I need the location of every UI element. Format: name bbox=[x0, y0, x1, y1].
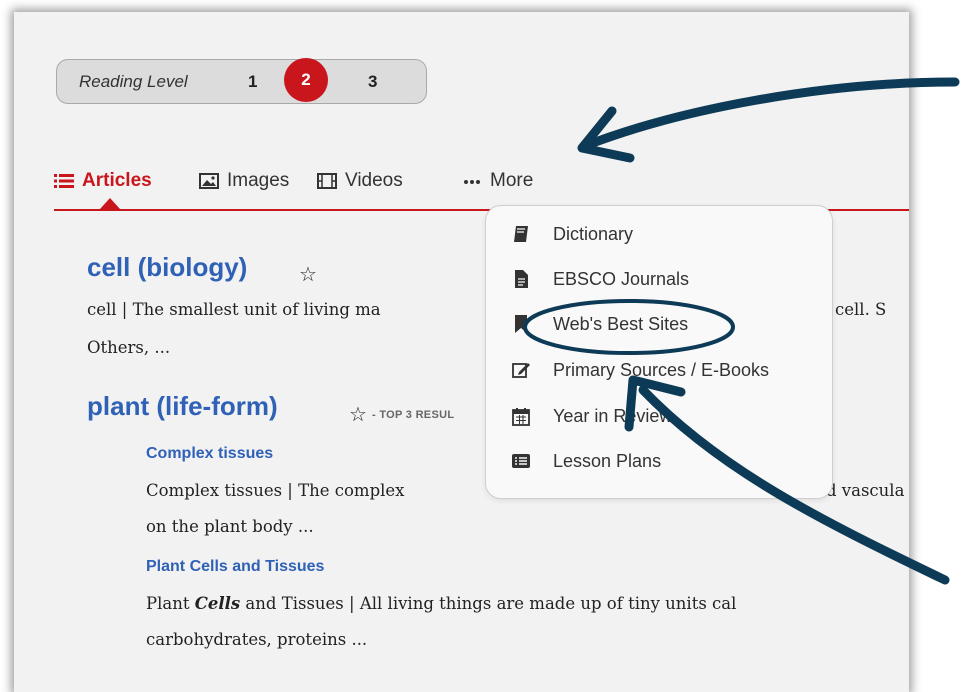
annotation-arrow-to-webs-best-sites bbox=[638, 385, 950, 585]
annotation-circle-webs-best-sites bbox=[523, 299, 735, 355]
annotation-arrow-to-more bbox=[585, 77, 960, 149]
annotation-overlay bbox=[523, 77, 960, 585]
